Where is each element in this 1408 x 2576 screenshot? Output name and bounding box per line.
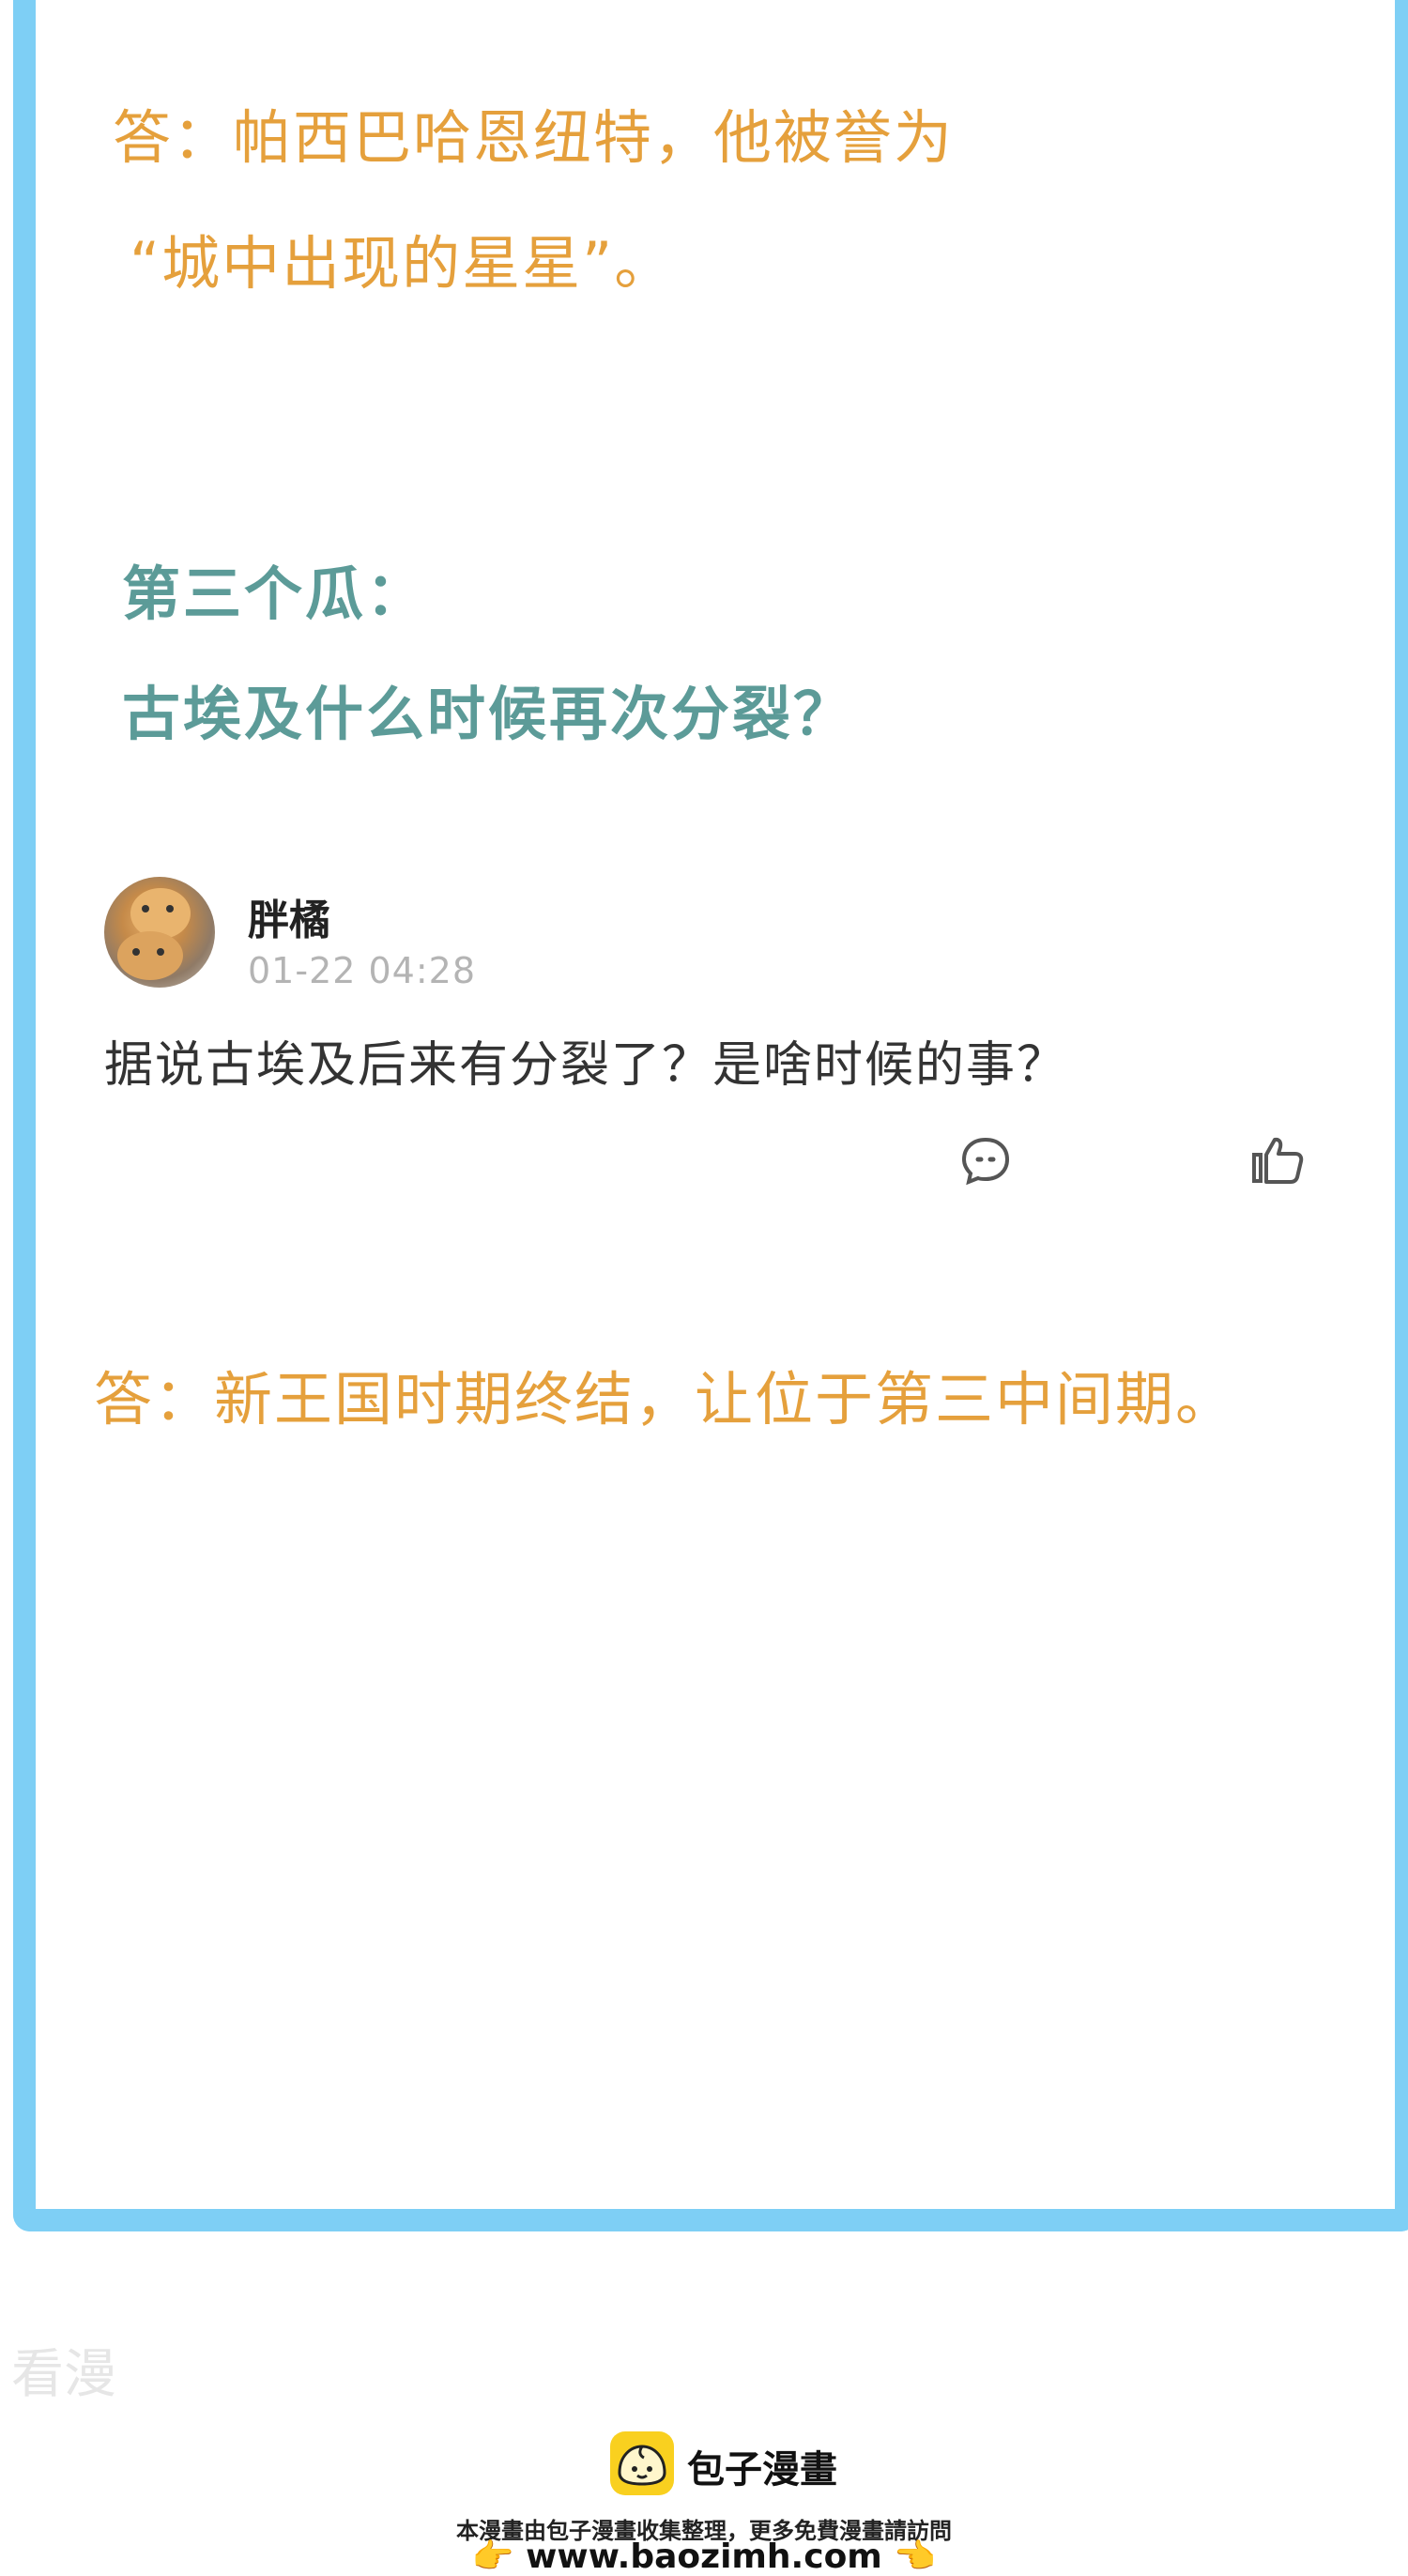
- pointing-left-icon: 👈: [894, 2538, 937, 2576]
- side-watermark: 看漫: [11, 2344, 116, 2405]
- answer-2: 答：新王国时期终结，让位于第三中间期。: [94, 1365, 1236, 1434]
- baozi-logo-icon: [610, 2431, 674, 2495]
- question-heading: 第三个瓜：: [122, 560, 428, 628]
- comment-icon[interactable]: [959, 1134, 1012, 1190]
- answer-1-line-2: “城中出现的星星”。: [130, 229, 675, 298]
- avatar[interactable]: [104, 877, 215, 988]
- question-text: 古埃及什么时候再次分裂？: [122, 680, 855, 748]
- timestamp: 01-22 04:28: [248, 950, 477, 991]
- footer-url[interactable]: www.baozimh.com: [526, 2538, 882, 2576]
- content-frame: [13, 0, 1408, 2231]
- comment-text: 据说古埃及后来有分裂了？是啥时候的事？: [104, 1037, 1068, 1094]
- username[interactable]: 胖橘: [248, 886, 330, 946]
- thumbs-up-icon[interactable]: [1250, 1134, 1305, 1190]
- brand-name: 包子漫畫: [687, 2448, 837, 2492]
- answer-1-line-1: 答：帕西巴哈恩纽特，他被誉为: [113, 103, 955, 172]
- footer-url-line: 👉 www.baozimh.com 👈: [0, 2537, 1408, 2576]
- pointing-right-icon: 👉: [471, 2538, 514, 2576]
